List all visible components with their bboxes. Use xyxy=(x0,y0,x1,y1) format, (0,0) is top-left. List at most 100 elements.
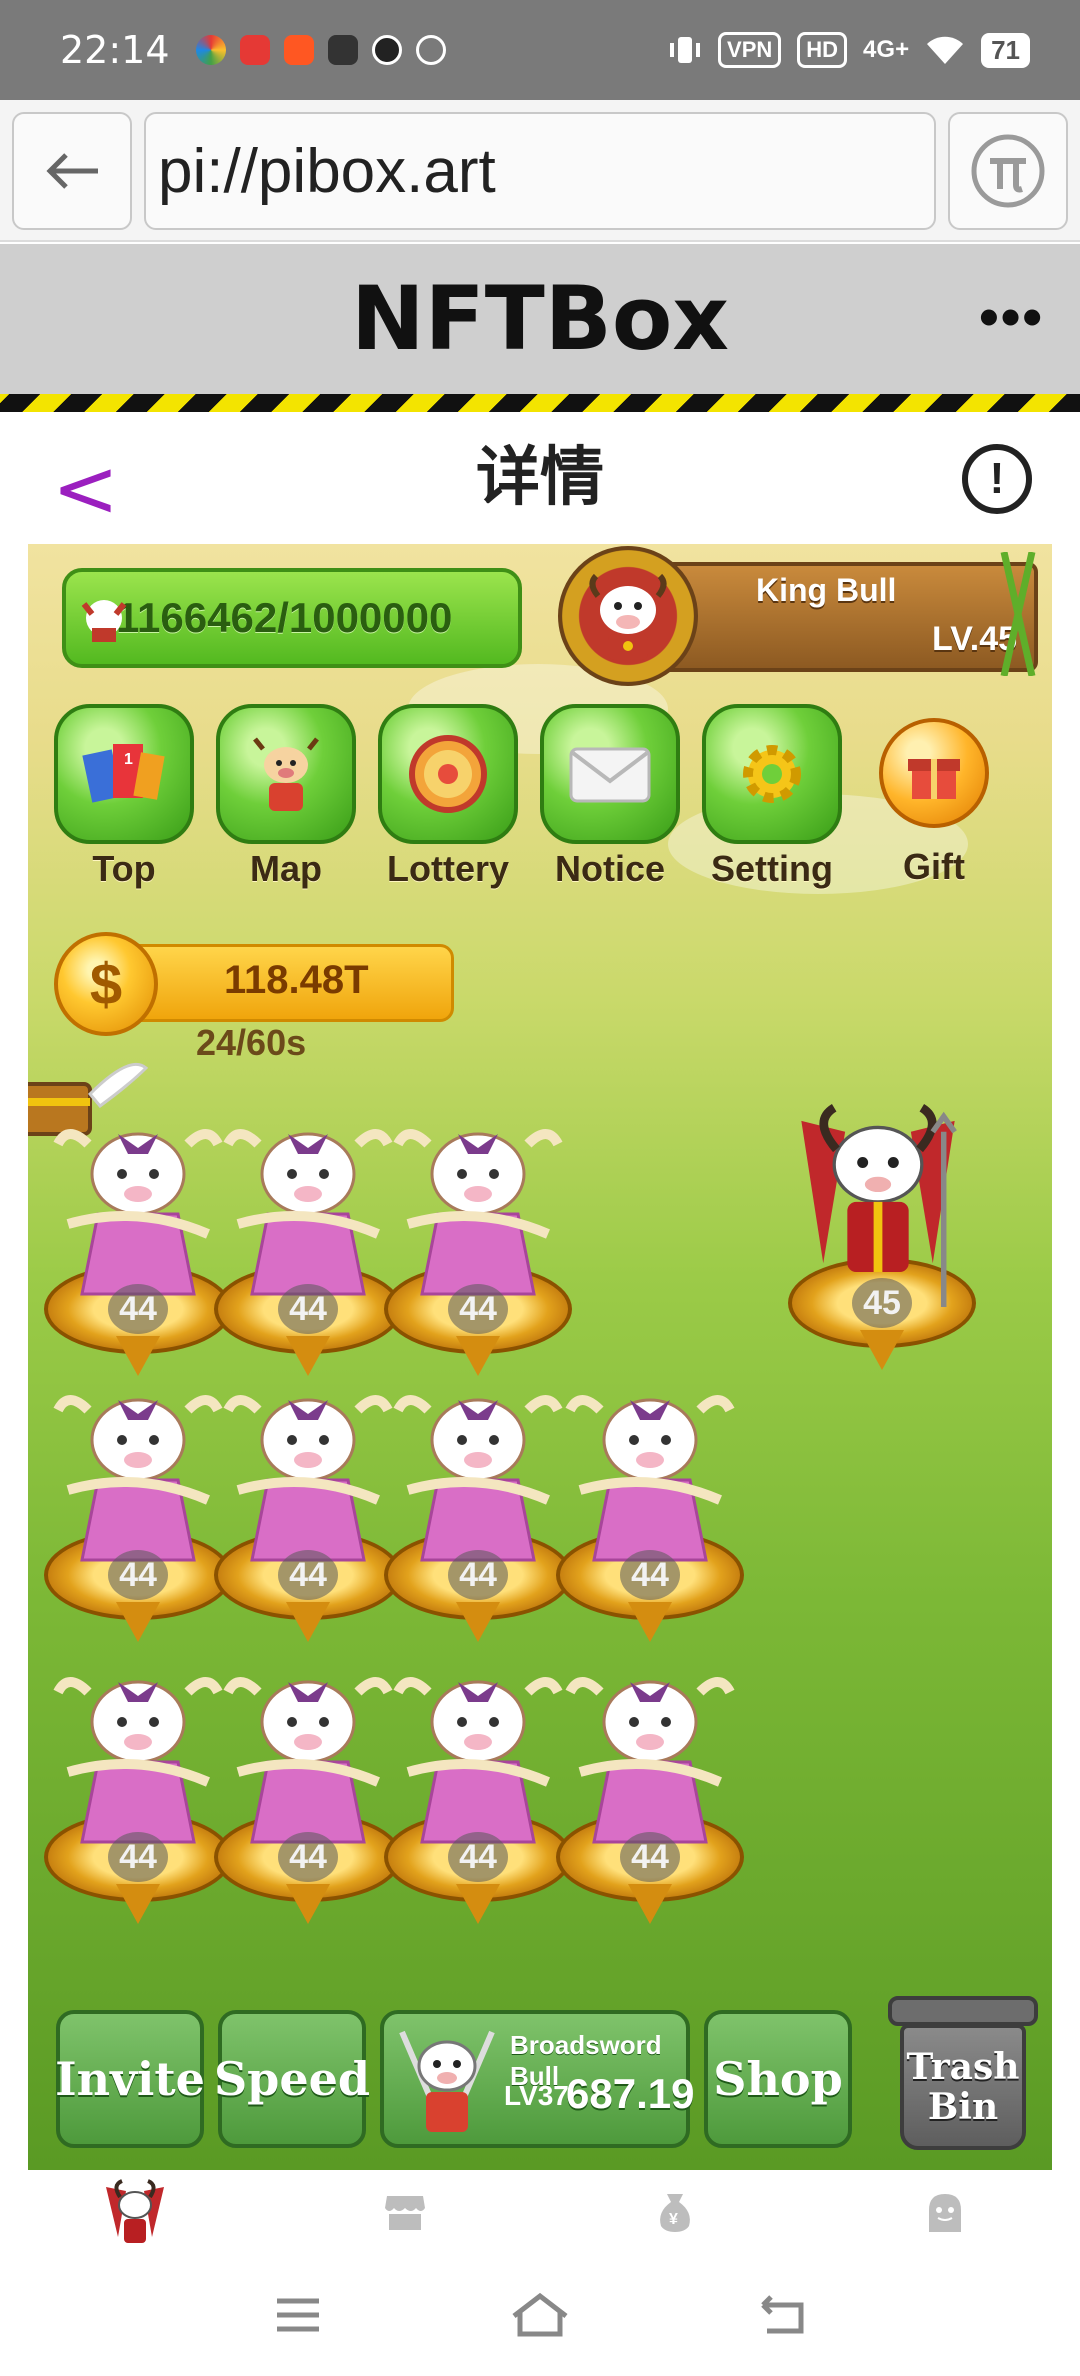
app-tab-bar: ¥ xyxy=(0,2170,1080,2254)
tab-wallet[interactable]: ¥ xyxy=(540,2170,810,2254)
store-icon xyxy=(385,2196,425,2230)
hazard-stripe-divider xyxy=(0,394,1080,412)
app-notification-icon xyxy=(195,35,226,65)
exp-progress-bar: 1166462/1000000 xyxy=(62,568,522,668)
system-navigation-bar xyxy=(0,2254,1080,2376)
pedestal-tip xyxy=(286,1336,330,1376)
pedestal-tip xyxy=(116,1884,160,1924)
pedestal-tip xyxy=(628,1884,672,1924)
map-label: Map xyxy=(250,848,322,889)
bull-slot[interactable]: 44 xyxy=(378,1114,578,1376)
trophy-book-icon: 1 xyxy=(82,744,165,803)
envelope-icon xyxy=(569,747,651,803)
app-notification-icon xyxy=(327,35,358,65)
back-icon[interactable] xyxy=(757,2295,807,2335)
pedestal-tip xyxy=(860,1330,904,1370)
bull-mini-icon xyxy=(81,600,127,642)
pedestal-tip xyxy=(456,1336,500,1376)
map-button[interactable]: Map xyxy=(216,704,356,890)
app-notification-icon xyxy=(371,35,402,65)
pi-browser-button[interactable] xyxy=(948,112,1068,230)
notice-button-bubble xyxy=(540,704,680,844)
bull-level: 45 xyxy=(852,1278,912,1328)
game-bottom-bar: Invite Speed Broadsword Bull LV37 687.19… xyxy=(28,1990,1052,2160)
tab-store[interactable] xyxy=(270,2170,540,2254)
ghost-profile-icon xyxy=(929,2194,961,2232)
url-field[interactable]: pi://pibox.art xyxy=(144,112,936,230)
status-time: 22:14 xyxy=(60,28,170,72)
game-canvas[interactable]: 1166462/1000000 King Bull LV.45 1 Top Ma… xyxy=(28,544,1052,2170)
money-bag-icon: ¥ xyxy=(660,2194,690,2232)
app-notification-icon xyxy=(415,35,446,65)
tab-game[interactable] xyxy=(0,2170,270,2254)
pedestal-tip xyxy=(286,1884,330,1924)
bull-level: 44 xyxy=(108,1550,168,1600)
pi-logo-icon xyxy=(971,134,1045,208)
home-icon[interactable] xyxy=(510,2292,570,2338)
app-notification-icon xyxy=(239,35,270,65)
info-button[interactable]: ! xyxy=(962,444,1032,514)
page-nav: < 详情 ! xyxy=(0,412,1080,542)
browser-back-button[interactable] xyxy=(12,112,132,230)
setting-button[interactable]: Setting xyxy=(702,704,842,890)
bull-level: 44 xyxy=(448,1832,508,1882)
trash-label-line2: Bin xyxy=(927,2086,999,2128)
setting-button-bubble xyxy=(702,704,842,844)
bull-slot[interactable]: 45 xyxy=(788,1088,998,1370)
bull-slot[interactable]: 44 xyxy=(550,1380,750,1642)
status-indicators: VPN HD 4G+ 71 xyxy=(668,32,1030,68)
bull-level: 44 xyxy=(448,1284,508,1334)
browser-bar: pi://pibox.art xyxy=(0,100,1080,242)
gear-icon xyxy=(743,745,801,803)
gift-button[interactable]: Gift xyxy=(864,704,1004,888)
dollar-coin-icon: $ xyxy=(54,932,158,1036)
player-name: King Bull xyxy=(756,572,897,608)
top-button[interactable]: 1 Top xyxy=(54,704,194,890)
more-menu-button[interactable]: ••• xyxy=(979,284,1044,349)
bull-level: 44 xyxy=(448,1550,508,1600)
bull-level: 44 xyxy=(620,1550,680,1600)
bull-slot[interactable]: 44 xyxy=(550,1662,750,1924)
menu-icon[interactable] xyxy=(273,2295,323,2335)
pedestal-tip xyxy=(116,1602,160,1642)
notice-label: Notice xyxy=(554,848,666,889)
trash-bin-button[interactable]: Trash Bin xyxy=(888,1990,1038,2154)
network-type: 4G+ xyxy=(863,36,910,63)
bull-slot[interactable]: 44 xyxy=(378,1380,578,1642)
player-avatar xyxy=(558,546,698,686)
vpn-badge: VPN xyxy=(718,32,782,68)
coin-amount: 118.48T xyxy=(224,958,369,1002)
tab-profile[interactable] xyxy=(810,2170,1080,2254)
lottery-button[interactable]: Lottery xyxy=(378,704,518,890)
gift-button-bubble xyxy=(879,718,989,828)
pedestal-tip xyxy=(628,1602,672,1642)
bull-level: 44 xyxy=(278,1832,338,1882)
arrow-left-icon xyxy=(46,153,98,189)
bull-level: 44 xyxy=(278,1550,338,1600)
wifi-icon xyxy=(927,36,964,64)
wheel-icon xyxy=(409,735,487,813)
svg-text:1: 1 xyxy=(124,751,133,768)
vibrate-icon xyxy=(670,37,701,63)
trash-body: Trash Bin xyxy=(900,2024,1026,2150)
bull-avatar-icon xyxy=(106,2179,164,2243)
gift-label: Gift xyxy=(903,846,965,887)
notice-button[interactable]: Notice xyxy=(540,704,680,890)
bull-level: 44 xyxy=(108,1832,168,1882)
invite-button[interactable]: Invite xyxy=(55,2010,205,2148)
bull-slot[interactable]: 44 xyxy=(378,1662,578,1924)
app-title: NFTBox xyxy=(350,267,730,370)
buy-bull-price: 687.19 xyxy=(566,2070,695,2117)
player-profile[interactable]: King Bull LV.45 xyxy=(558,546,1052,686)
shop-button[interactable]: Shop xyxy=(704,2010,852,2148)
pedestal-tip xyxy=(286,1602,330,1642)
speed-button[interactable]: Speed xyxy=(214,2010,370,2148)
bull-level: 44 xyxy=(620,1832,680,1882)
page-title: 详情 xyxy=(476,441,604,513)
buy-bull-button[interactable]: Broadsword Bull LV37 687.19 xyxy=(380,2010,694,2148)
lottery-button-bubble xyxy=(378,704,518,844)
bamboo-decoration-icon xyxy=(1000,552,1036,676)
exp-progress-text: 1166462/1000000 xyxy=(116,594,453,641)
menu-buttons: 1 Top Map Lottery Notice Setting Gift xyxy=(54,704,1034,889)
lottery-label: Lottery xyxy=(386,848,509,889)
